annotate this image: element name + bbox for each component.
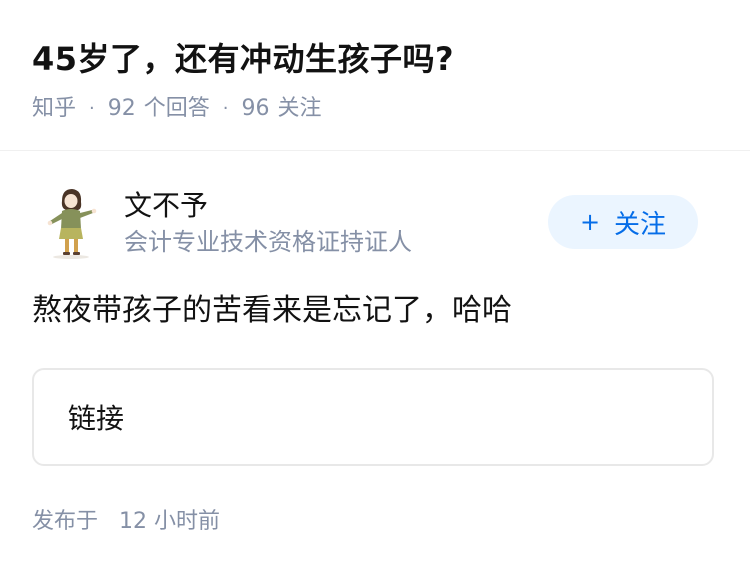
author-bio: 会计专业技术资格证持证人 [124, 228, 412, 256]
author-name[interactable]: 文不予 [124, 187, 548, 225]
publish-prefix: 发布于 [32, 509, 99, 534]
publish-time: 发布于 12 小时前 [32, 507, 220, 537]
question-title[interactable]: 45岁了，还有冲动生孩子吗? [32, 36, 718, 82]
answers-count: 92 [107, 96, 136, 121]
followers-count: 96 [241, 96, 270, 121]
author-row: 文不予 会计专业技术资格证持证人 + 关注 [32, 182, 698, 262]
avatar[interactable] [32, 183, 110, 261]
source-label[interactable]: 知乎 [32, 94, 76, 124]
question-header: 45岁了，还有冲动生孩子吗? 知乎 · 92 个回答 · 96 关注 [32, 36, 718, 124]
publish-value: 12 [119, 509, 148, 534]
question-meta: 知乎 · 92 个回答 · 96 关注 [32, 94, 718, 124]
avatar-illustration-icon [32, 183, 110, 261]
answer-text: 熬夜带孩子的苦看来是忘记了，哈哈 [32, 293, 512, 328]
divider [0, 150, 750, 151]
link-card[interactable]: 链接 [32, 368, 714, 466]
answers-label: 个回答 [143, 96, 210, 121]
follow-button-label: 关注 [614, 209, 667, 240]
meta-separator: · [222, 98, 229, 119]
link-card-label: 链接 [68, 402, 125, 435]
publish-suffix: 小时前 [154, 509, 221, 534]
plus-icon: + [579, 208, 601, 236]
meta-separator: · [89, 98, 95, 119]
followers-label: 关注 [277, 96, 322, 121]
author-info: 文不予 会计专业技术资格证持证人 [124, 187, 548, 257]
follow-button[interactable]: + 关注 [548, 195, 698, 249]
